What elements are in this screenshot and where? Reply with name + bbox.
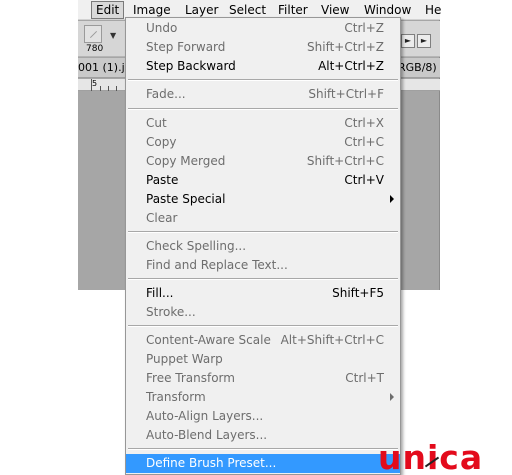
menu-item-stroke[interactable]: Stroke... bbox=[126, 303, 400, 322]
menu-window[interactable]: Window bbox=[364, 3, 411, 17]
menu-item-copy-merged[interactable]: Copy Merged Shift+Ctrl+C bbox=[126, 152, 400, 171]
brush-preview-icon[interactable] bbox=[84, 25, 102, 43]
menu-item-content-aware-scale[interactable]: Content-Aware Scale Alt+Shift+Ctrl+C bbox=[126, 331, 400, 350]
menu-item-undo[interactable]: Undo Ctrl+Z bbox=[126, 19, 400, 38]
menu-separator bbox=[128, 79, 398, 81]
menu-view[interactable]: View bbox=[321, 3, 349, 17]
ruler-label: 5 bbox=[92, 79, 98, 88]
menu-item-step-forward[interactable]: Step Forward Shift+Ctrl+Z bbox=[126, 38, 400, 57]
menu-item-check-spelling[interactable]: Check Spelling... bbox=[126, 237, 400, 256]
ruler-tick bbox=[116, 86, 117, 91]
menu-item-cut[interactable]: Cut Ctrl+X bbox=[126, 114, 400, 133]
brush-size-value: 780 bbox=[86, 44, 104, 54]
unica-logo: unica bbox=[378, 440, 512, 475]
ruler-tick bbox=[108, 86, 109, 91]
menu-help[interactable]: He bbox=[425, 3, 441, 17]
submenu-arrow-icon bbox=[390, 195, 394, 203]
menu-separator bbox=[128, 278, 398, 280]
menu-item-define-brush-preset[interactable]: Define Brush Preset... bbox=[126, 454, 400, 473]
menu-separator bbox=[128, 108, 398, 110]
document-tab-mode: RGB/8) bbox=[398, 61, 437, 74]
options-button-a[interactable]: ► bbox=[401, 34, 415, 48]
menu-image[interactable]: Image bbox=[133, 3, 171, 17]
menu-item-paste-special[interactable]: Paste Special bbox=[126, 190, 400, 209]
menu-layer[interactable]: Layer bbox=[185, 3, 218, 17]
menu-select[interactable]: Select bbox=[229, 3, 266, 17]
menu-item-fill[interactable]: Fill... Shift+F5 bbox=[126, 284, 400, 303]
menu-item-auto-blend-layers[interactable]: Auto-Blend Layers... bbox=[126, 426, 400, 445]
brush-picker-arrow-icon[interactable]: ▼ bbox=[110, 31, 116, 40]
page-background bbox=[0, 0, 78, 475]
submenu-arrow-icon bbox=[390, 393, 394, 401]
menu-filter[interactable]: Filter bbox=[278, 3, 308, 17]
menu-item-step-backward[interactable]: Step Backward Alt+Ctrl+Z bbox=[126, 57, 400, 76]
menu-edit[interactable]: Edit bbox=[91, 1, 125, 19]
ruler-tick bbox=[100, 86, 101, 91]
menu-separator bbox=[128, 231, 398, 233]
menu-item-auto-align-layers[interactable]: Auto-Align Layers... bbox=[126, 407, 400, 426]
menu-item-fade[interactable]: Fade... Shift+Ctrl+F bbox=[126, 85, 400, 104]
options-button-b[interactable]: ► bbox=[417, 34, 431, 48]
menu-item-transform[interactable]: Transform bbox=[126, 388, 400, 407]
menu-item-copy[interactable]: Copy Ctrl+C bbox=[126, 133, 400, 152]
menu-item-free-transform[interactable]: Free Transform Ctrl+T bbox=[126, 369, 400, 388]
document-tab-title: 001 (1).jp bbox=[78, 61, 132, 74]
menu-item-paste[interactable]: Paste Ctrl+V bbox=[126, 171, 400, 190]
menu-item-find-replace[interactable]: Find and Replace Text... bbox=[126, 256, 400, 275]
edit-menu-dropdown: Undo Ctrl+Z Step Forward Shift+Ctrl+Z St… bbox=[125, 17, 401, 475]
menu-separator bbox=[128, 448, 398, 450]
menu-separator bbox=[128, 325, 398, 327]
menu-item-clear[interactable]: Clear bbox=[126, 209, 400, 228]
logo-text: unica bbox=[378, 438, 484, 475]
menu-item-puppet-warp[interactable]: Puppet Warp bbox=[126, 350, 400, 369]
